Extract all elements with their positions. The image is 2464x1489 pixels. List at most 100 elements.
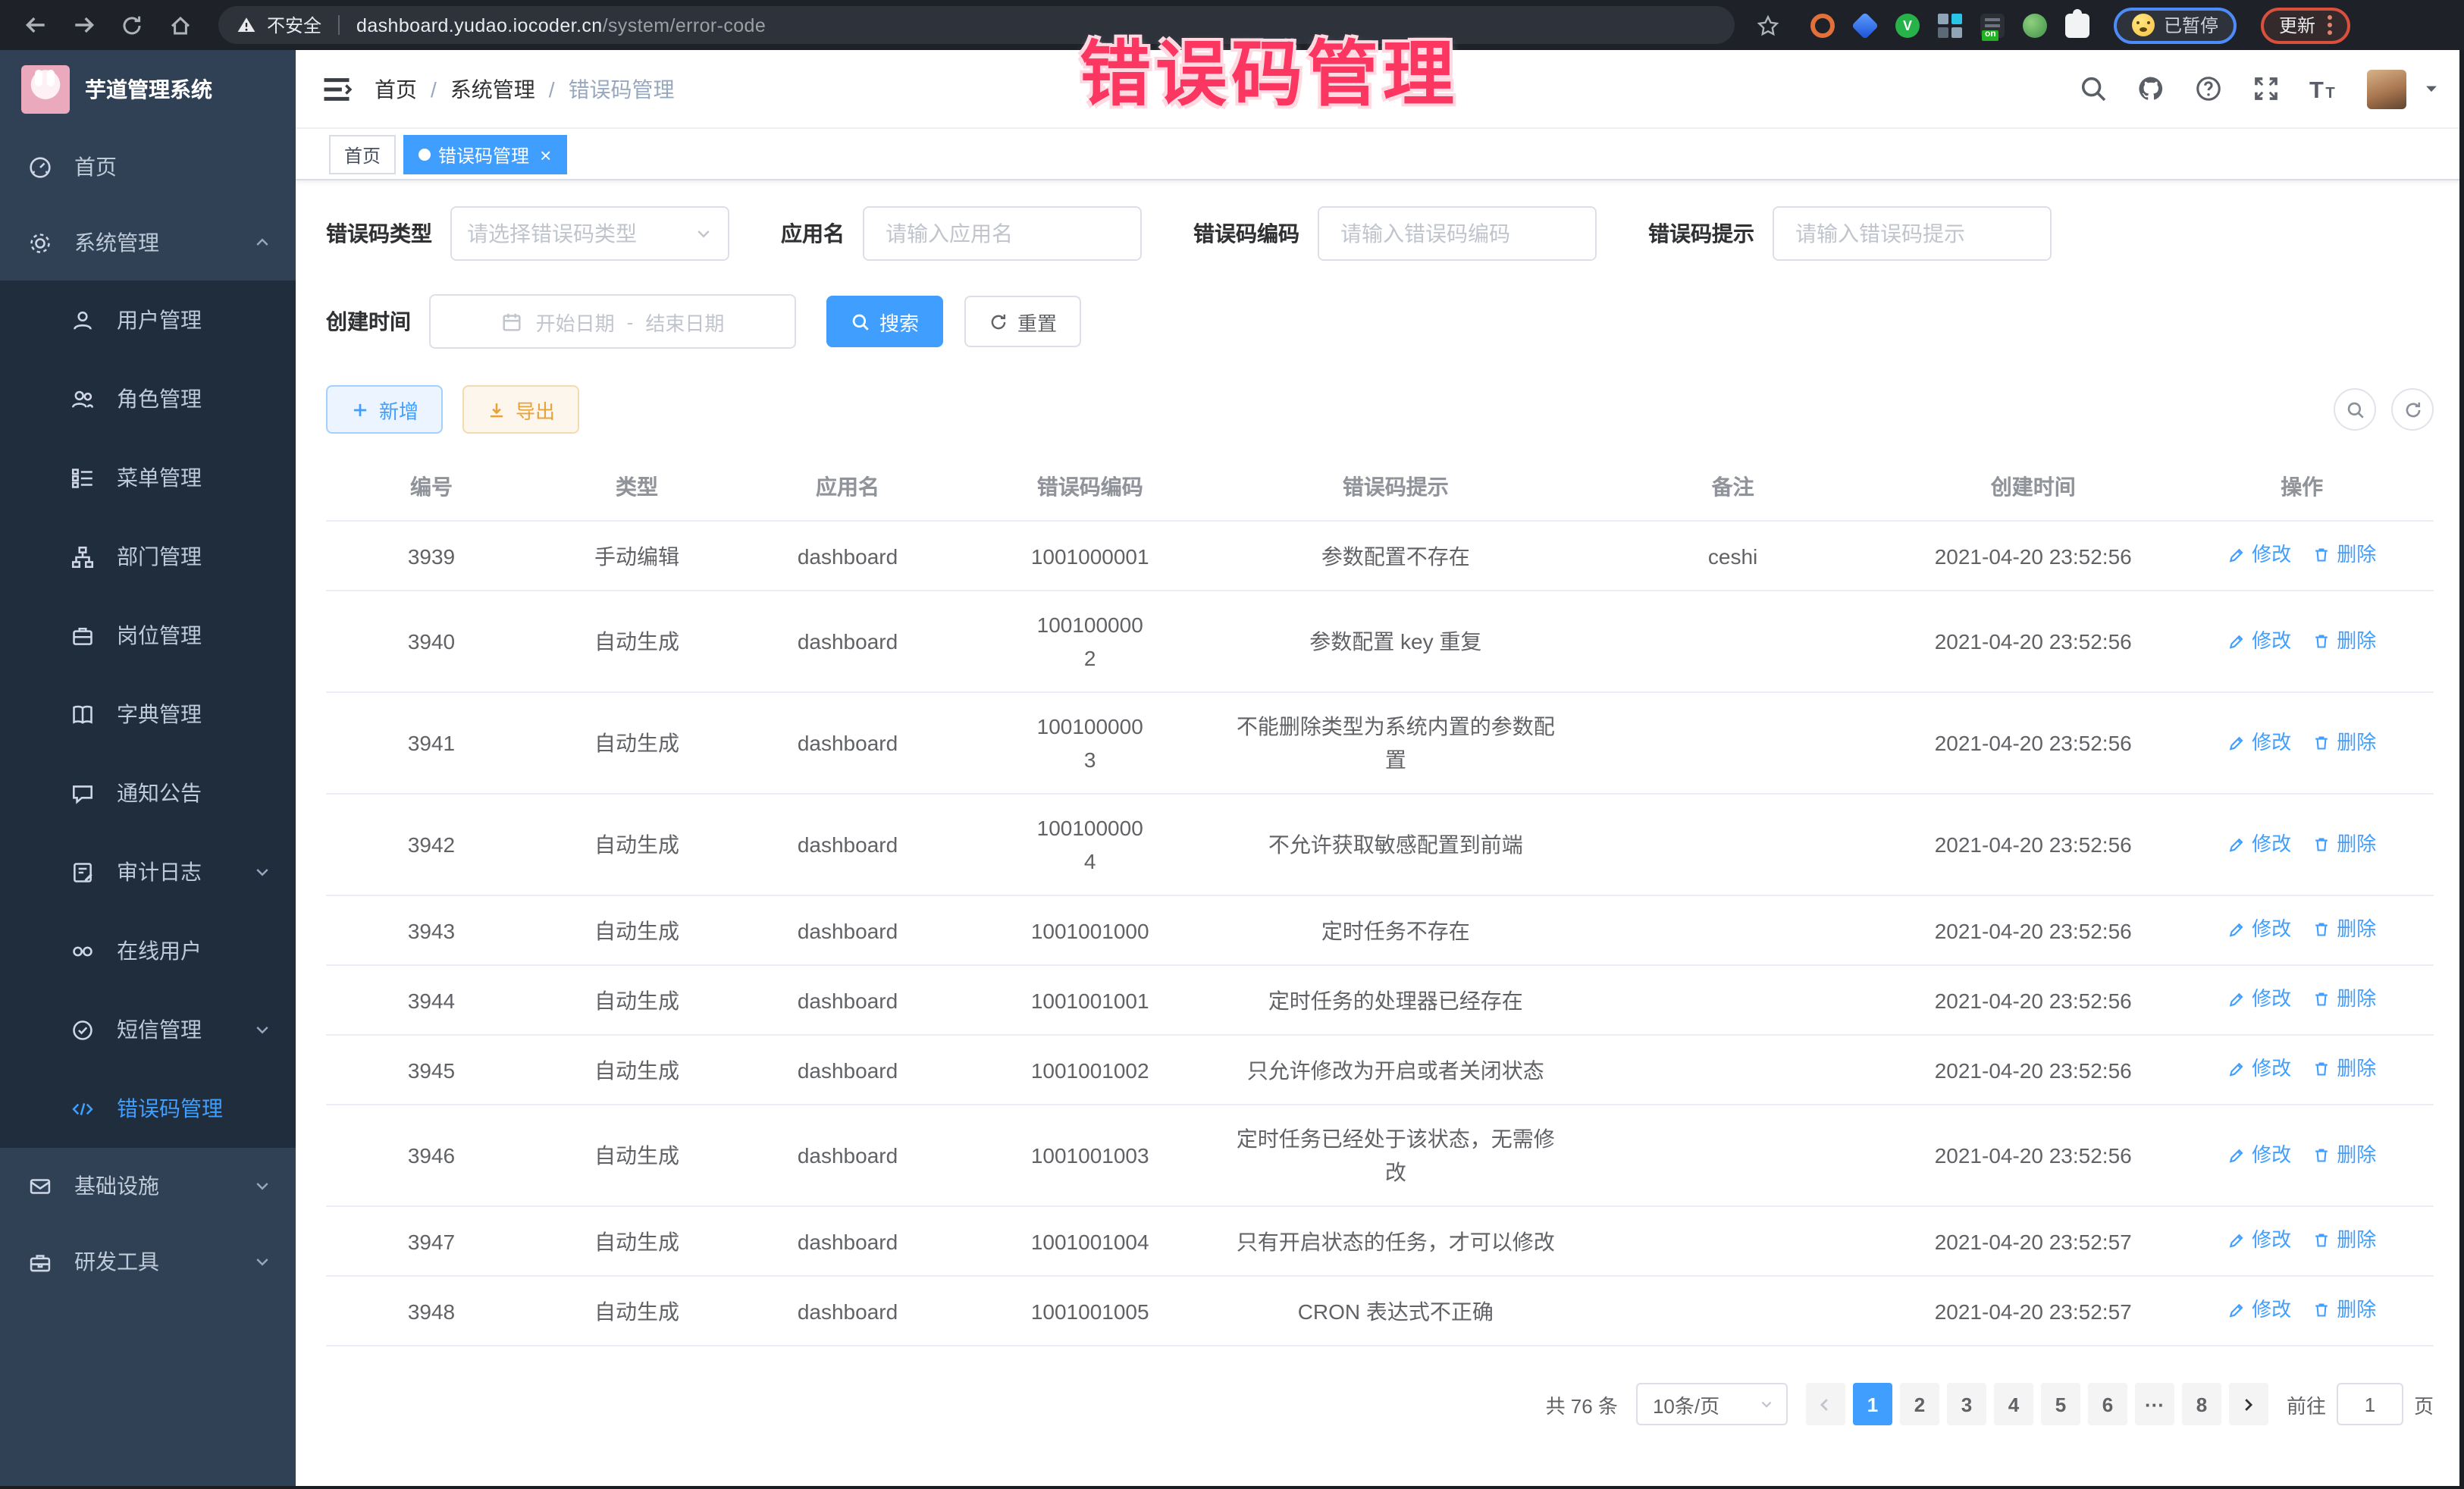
cell-actions: 修改删除 [2170,521,2434,591]
search-icon[interactable] [2079,74,2108,103]
sidebar-item-dept[interactable]: 部门管理 [0,517,296,596]
font-size-icon[interactable]: TT [2309,74,2338,103]
error-type-select[interactable]: 请选择错误码类型 [450,206,729,261]
sidebar-item-dev-tools[interactable]: 研发工具 [0,1224,296,1299]
breadcrumb-system[interactable]: 系统管理 [450,74,535,104]
edit-link[interactable]: 修改 [2227,1052,2291,1086]
back-icon[interactable] [15,5,55,45]
toggle-search-button[interactable] [2334,388,2376,431]
breadcrumb-home[interactable]: 首页 [375,74,417,104]
edit-link[interactable]: 修改 [2227,538,2291,572]
sidebar-item-post[interactable]: 岗位管理 [0,596,296,675]
page-size-select[interactable]: 10条/页 [1636,1383,1788,1425]
filter-row-2: 创建时间 开始日期 - 结束日期 搜索 [326,294,2434,349]
edit-link[interactable]: 修改 [2227,983,2291,1016]
prev-page-button[interactable] [1806,1383,1845,1425]
sidebar-item-infra[interactable]: 基础设施 [0,1148,296,1224]
menu-kebab-icon[interactable] [2328,15,2332,35]
page-button-2[interactable]: 2 [1900,1383,1939,1425]
delete-link[interactable]: 删除 [2312,913,2376,946]
profile-paused-pill[interactable]: 已暂停 [2114,7,2237,43]
export-button[interactable]: 导出 [462,385,579,434]
delete-link[interactable]: 删除 [2312,1138,2376,1171]
sidebar-item-role[interactable]: 角色管理 [0,359,296,438]
error-msg-input[interactable] [1792,220,2032,247]
cell-id: 3940 [326,591,537,692]
chevron-down-icon [1759,1397,1774,1412]
hamburger-icon[interactable] [320,72,353,105]
error-code-input[interactable] [1337,220,1577,247]
tab-home[interactable]: 首页 [329,135,396,174]
delete-link[interactable]: 删除 [2312,538,2376,572]
delete-link[interactable]: 删除 [2312,1293,2376,1327]
delete-link[interactable]: 删除 [2312,1052,2376,1086]
page-ellipsis[interactable]: ··· [2135,1383,2174,1425]
refresh-table-button[interactable] [2391,388,2434,431]
page-button-3[interactable]: 3 [1947,1383,1986,1425]
edit-link[interactable]: 修改 [2227,913,2291,946]
sidebar-item-notice[interactable]: 通知公告 [0,754,296,832]
delete-link[interactable]: 删除 [2312,1224,2376,1257]
delete-link[interactable]: 删除 [2312,726,2376,759]
page-button-5[interactable]: 5 [2041,1383,2080,1425]
goto-page-input[interactable] [2337,1383,2403,1425]
forward-icon[interactable] [64,5,103,45]
help-icon[interactable] [2194,74,2223,103]
next-page-button[interactable] [2229,1383,2268,1425]
sidebar-item-home[interactable]: 首页 [0,129,296,205]
delete-link[interactable]: 删除 [2312,983,2376,1016]
cell-actions: 修改删除 [2170,794,2434,895]
sidebar-item-menu[interactable]: 菜单管理 [0,438,296,517]
page-button-1[interactable]: 1 [1853,1383,1892,1425]
edit-link[interactable]: 修改 [2227,827,2291,860]
sidebar-item-user[interactable]: 用户管理 [0,281,296,359]
extension-frog-icon[interactable] [2023,13,2047,37]
edit-link[interactable]: 修改 [2227,1224,2291,1257]
table-row: 3941自动生成dashboard1001000003不能删除类型为系统内置的参… [326,692,2434,794]
edit-link[interactable]: 修改 [2227,624,2291,657]
app-name-input[interactable] [882,220,1122,247]
extension-orange-icon[interactable] [1810,13,1835,37]
cell-created-time: 2021-04-20 23:52:56 [1896,591,2170,692]
add-button[interactable]: 新增 [326,385,443,434]
sidebar-item-dict[interactable]: 字典管理 [0,675,296,754]
user-avatar[interactable] [2367,69,2406,108]
cell-message: 参数配置不存在 [1221,521,1569,591]
sidebar-item-system[interactable]: 系统管理 [0,205,296,281]
page-button-6[interactable]: 6 [2088,1383,2127,1425]
update-button[interactable]: 更新 [2261,7,2350,43]
edit-link[interactable]: 修改 [2227,726,2291,759]
delete-link[interactable]: 删除 [2312,827,2376,860]
cell-app: dashboard [737,1035,958,1105]
reload-icon[interactable] [112,5,152,45]
chevron-down-icon[interactable] [2423,80,2440,97]
edit-link[interactable]: 修改 [2227,1293,2291,1327]
extensions-puzzle-icon[interactable] [2065,13,2089,37]
extension-on-badge-icon[interactable]: on [1980,13,2005,37]
extension-gem-icon[interactable] [1851,11,1879,39]
delete-link[interactable]: 删除 [2312,624,2376,657]
cell-type: 自动生成 [537,1206,737,1276]
search-button[interactable]: 搜索 [826,296,943,347]
address-bar[interactable]: 不安全 dashboard.yudao.iocoder.cn/system/er… [218,6,1735,44]
table-row: 3947自动生成dashboard1001001004只有开启状态的任务，才可以… [326,1206,2434,1276]
tab-error-code[interactable]: 错误码管理 × [403,135,566,174]
page-button-8[interactable]: 8 [2182,1383,2221,1425]
github-icon[interactable] [2136,74,2165,103]
fullscreen-icon[interactable] [2252,74,2281,103]
sidebar-item-audit-log[interactable]: 审计日志 [0,832,296,911]
close-icon[interactable]: × [540,145,551,165]
bookmark-star-icon[interactable] [1756,13,1780,37]
extension-green-icon[interactable]: V [1895,13,1920,37]
sidebar-item-online-user[interactable]: 在线用户 [0,911,296,990]
sidebar-item-sms[interactable]: 短信管理 [0,990,296,1069]
sidebar-item-error-code[interactable]: 错误码管理 [0,1069,296,1148]
cell-memo [1569,794,1896,895]
date-range-picker[interactable]: 开始日期 - 结束日期 [429,294,796,349]
reset-button[interactable]: 重置 [964,296,1081,347]
home-icon[interactable] [161,5,200,45]
chat-icon [70,780,96,806]
page-button-4[interactable]: 4 [1994,1383,2033,1425]
extension-grid-icon[interactable] [1938,13,1962,37]
edit-link[interactable]: 修改 [2227,1138,2291,1171]
